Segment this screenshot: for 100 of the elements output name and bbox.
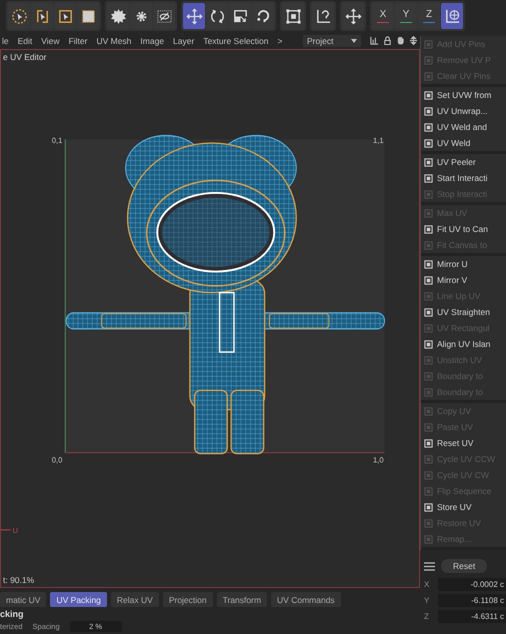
square-icon (424, 208, 433, 218)
command-item[interactable]: UV Unwrap... (421, 103, 506, 119)
move-icon (186, 8, 202, 24)
tab[interactable]: UV Packing (50, 592, 107, 607)
square-icon (424, 174, 433, 182)
menu-item[interactable]: Image (140, 36, 164, 46)
tool-button[interactable] (77, 3, 99, 29)
axis-label: X (424, 580, 430, 588)
layer-dropdown[interactable]: Project (303, 34, 361, 46)
tab[interactable]: matic UV (0, 592, 46, 607)
frame-icon (284, 8, 302, 24)
dashed-circle-cursor-icon (10, 8, 28, 24)
tool-button[interactable] (153, 3, 175, 29)
command-item[interactable]: Reset UV (421, 435, 506, 451)
coordinate-field[interactable]: -6.1108 c (438, 594, 506, 606)
axis-label: 1,1 (372, 136, 384, 146)
section-heading: cking (0, 608, 24, 620)
command-item[interactable]: Mirror U (421, 256, 506, 272)
tab[interactable]: Projection (162, 592, 213, 607)
tab[interactable]: UV Commands (271, 592, 341, 607)
command-item[interactable]: Store UV (421, 499, 506, 515)
square-icon (424, 308, 433, 316)
square-icon (424, 470, 433, 480)
square-icon (424, 106, 433, 116)
reset-button[interactable]: Reset (441, 559, 488, 573)
command-item[interactable]: Align UV Islan (421, 336, 506, 352)
axis-button[interactable]: Y (395, 3, 417, 29)
eye-frame-icon (156, 8, 172, 24)
coordinate-field[interactable]: -4.6311 c (438, 610, 506, 622)
tool-button[interactable] (441, 3, 463, 29)
pin-arrows-icon[interactable] (409, 36, 418, 45)
tool-button[interactable] (8, 3, 30, 29)
command-item[interactable]: Start Interacti (421, 170, 506, 186)
axis-label: Y (424, 596, 430, 604)
corner-arrow-icon (314, 8, 332, 24)
hand-icon[interactable] (396, 36, 405, 45)
menu-item[interactable]: Edit (18, 36, 32, 46)
coordinate-field[interactable]: -0.0002 c (438, 578, 506, 590)
square-icon (424, 340, 433, 348)
menu-item[interactable]: View (41, 36, 60, 46)
square-icon (424, 240, 433, 250)
square-icon (424, 356, 433, 364)
square-icon (424, 388, 433, 396)
tool-button[interactable] (229, 3, 251, 29)
square-icon (424, 276, 433, 284)
menu-item[interactable]: le (2, 36, 9, 46)
caret-icon (351, 38, 357, 42)
menu-item[interactable]: > (278, 36, 282, 46)
command-item[interactable]: Mirror V (421, 272, 506, 288)
menu-item[interactable]: Texture Selection (203, 36, 269, 46)
command-item[interactable]: Fit UV to Can (421, 221, 506, 237)
command-item[interactable]: UV Peeler (421, 154, 506, 170)
square-icon (424, 534, 433, 544)
axis-label: 1,0 (372, 455, 384, 464)
square-icon (424, 158, 433, 166)
square-icon (424, 372, 433, 380)
square-icon (424, 486, 433, 496)
menu-icon[interactable] (424, 562, 435, 570)
dotted-square-icon (80, 8, 96, 24)
square-icon (424, 518, 433, 528)
panel-title: e UV Editor (2, 51, 46, 64)
u-axis-indicator: U (1, 526, 18, 536)
square-icon (424, 260, 433, 268)
square-icon (424, 72, 433, 80)
tool-button[interactable] (252, 3, 274, 29)
axis-label: 0,0 (52, 455, 62, 464)
square-icon (424, 454, 433, 464)
tool-button[interactable] (206, 3, 228, 29)
square-icon (424, 40, 433, 48)
move-icon (344, 8, 362, 24)
framed-cursor-icon (56, 8, 74, 24)
command-item[interactable]: UV Weld (421, 135, 506, 151)
scale-icon (232, 8, 248, 24)
axis-label: 0,1 (52, 136, 62, 146)
square-icon (424, 138, 433, 148)
tool-button[interactable] (183, 3, 205, 29)
command-item[interactable]: UV Straighten (421, 304, 506, 320)
lock-icon[interactable] (383, 36, 392, 45)
cog-icon (110, 8, 126, 24)
menu-item[interactable]: Layer (173, 36, 194, 46)
square-icon (424, 224, 433, 234)
menu-item[interactable]: Filter (68, 36, 88, 46)
tool-button[interactable] (31, 3, 53, 29)
tool-button[interactable] (107, 3, 129, 29)
axis-button[interactable]: Z (418, 3, 440, 29)
bracket-globe-icon (444, 8, 460, 24)
square-icon (424, 422, 433, 432)
square-icon (424, 324, 433, 332)
command-item[interactable]: UV Weld and (421, 119, 506, 135)
axis-button[interactable]: X (372, 3, 394, 29)
tab[interactable]: Relax UV (110, 592, 159, 607)
tool-button[interactable] (130, 3, 152, 29)
rotate-icon (208, 8, 226, 24)
command-item[interactable]: Set UVW from (421, 87, 506, 103)
square-icon (424, 90, 433, 100)
tool-button[interactable] (54, 3, 76, 29)
square-icon (424, 122, 433, 132)
tab[interactable]: Transform (216, 592, 268, 607)
menu-item[interactable]: UV Mesh (96, 36, 132, 46)
bar-chart-icon[interactable] (370, 36, 379, 45)
